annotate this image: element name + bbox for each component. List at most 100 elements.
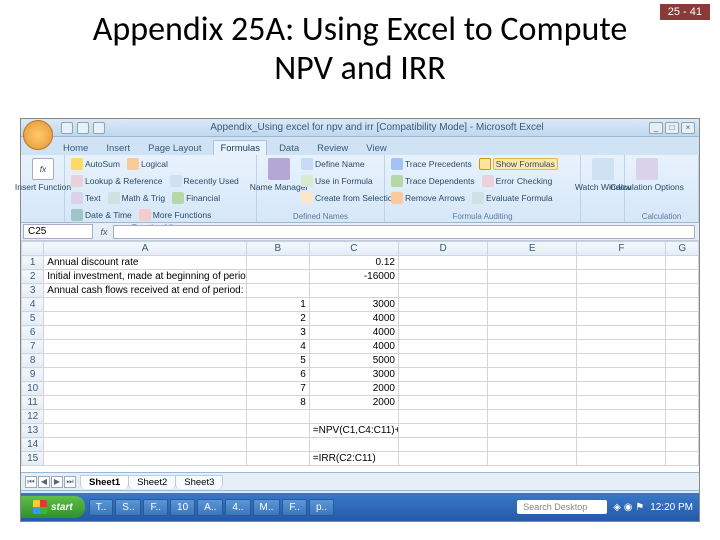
cell[interactable]: 2000 bbox=[309, 396, 398, 410]
col-header-d[interactable]: D bbox=[398, 242, 487, 256]
cell[interactable] bbox=[577, 438, 666, 452]
cell[interactable] bbox=[666, 368, 699, 382]
row-header[interactable]: 4 bbox=[22, 298, 44, 312]
cell[interactable] bbox=[398, 368, 487, 382]
insert-function-button[interactable]: fxInsert Function bbox=[25, 157, 61, 193]
cell[interactable] bbox=[44, 368, 247, 382]
taskbar-item[interactable]: A.. bbox=[197, 499, 223, 516]
cell[interactable] bbox=[246, 256, 309, 270]
col-header-a[interactable]: A bbox=[44, 242, 247, 256]
cell[interactable] bbox=[488, 326, 577, 340]
cell[interactable] bbox=[398, 340, 487, 354]
cell[interactable] bbox=[398, 284, 487, 298]
table-row[interactable]: 14 bbox=[22, 438, 699, 452]
cell[interactable] bbox=[398, 354, 487, 368]
cell[interactable]: 6 bbox=[246, 368, 309, 382]
col-header-g[interactable]: G bbox=[666, 242, 699, 256]
cell[interactable] bbox=[666, 326, 699, 340]
tab-page-layout[interactable]: Page Layout bbox=[142, 141, 207, 155]
cell[interactable] bbox=[666, 256, 699, 270]
cell[interactable] bbox=[44, 298, 247, 312]
cell[interactable]: 4000 bbox=[309, 340, 398, 354]
tab-data[interactable]: Data bbox=[273, 141, 305, 155]
cell[interactable] bbox=[309, 410, 398, 424]
start-button[interactable]: start bbox=[21, 496, 85, 518]
cell[interactable] bbox=[398, 410, 487, 424]
text-button[interactable]: Text bbox=[69, 191, 103, 205]
cell[interactable] bbox=[577, 452, 666, 466]
cell[interactable]: Initial investment, made at beginning of… bbox=[44, 270, 247, 284]
cell[interactable]: 3 bbox=[246, 326, 309, 340]
trace-precedents-button[interactable]: Trace Precedents bbox=[389, 157, 474, 171]
cell[interactable] bbox=[246, 424, 309, 438]
trace-dependents-button[interactable]: Trace Dependents bbox=[389, 174, 477, 188]
cell[interactable] bbox=[666, 312, 699, 326]
taskbar-item[interactable]: F.. bbox=[282, 499, 307, 516]
table-row[interactable]: 963000 bbox=[22, 368, 699, 382]
cell[interactable] bbox=[44, 382, 247, 396]
quick-access-toolbar[interactable] bbox=[61, 122, 105, 134]
tab-home[interactable]: Home bbox=[57, 141, 94, 155]
sheet-nav-first[interactable]: ⏮ bbox=[25, 476, 37, 488]
cell[interactable]: 7 bbox=[246, 382, 309, 396]
cell[interactable] bbox=[488, 298, 577, 312]
cell[interactable]: 5000 bbox=[309, 354, 398, 368]
more-functions-button[interactable]: More Functions bbox=[137, 208, 214, 222]
tray-icons[interactable]: ◈ ◉ ⚑ bbox=[613, 502, 644, 513]
cell[interactable] bbox=[577, 354, 666, 368]
row-header[interactable]: 6 bbox=[22, 326, 44, 340]
cell[interactable] bbox=[577, 312, 666, 326]
minimize-button[interactable]: _ bbox=[649, 122, 663, 134]
cell[interactable]: 2 bbox=[246, 312, 309, 326]
cell[interactable] bbox=[577, 410, 666, 424]
sheet-tab-1[interactable]: Sheet1 bbox=[80, 475, 129, 489]
cell[interactable] bbox=[577, 326, 666, 340]
cell[interactable] bbox=[577, 424, 666, 438]
cell[interactable] bbox=[398, 438, 487, 452]
cell[interactable] bbox=[488, 270, 577, 284]
row-header[interactable]: 2 bbox=[22, 270, 44, 284]
cell[interactable] bbox=[577, 298, 666, 312]
cell[interactable] bbox=[577, 396, 666, 410]
row-header[interactable]: 8 bbox=[22, 354, 44, 368]
maximize-button[interactable]: □ bbox=[665, 122, 679, 134]
cell[interactable] bbox=[488, 452, 577, 466]
table-row[interactable]: 13 =NPV(C1,C4:C11)+C2 bbox=[22, 424, 699, 438]
row-header[interactable]: 1 bbox=[22, 256, 44, 270]
row-header[interactable]: 10 bbox=[22, 382, 44, 396]
row-header[interactable]: 5 bbox=[22, 312, 44, 326]
name-box[interactable]: C25 bbox=[23, 224, 93, 239]
worksheet-grid[interactable]: A B C D E F G 1Annual discount rate0.122… bbox=[21, 241, 699, 473]
cell[interactable] bbox=[246, 284, 309, 298]
row-header[interactable]: 14 bbox=[22, 438, 44, 452]
calculation-options-button[interactable]: Calculation Options bbox=[629, 157, 665, 193]
row-header[interactable]: 12 bbox=[22, 410, 44, 424]
col-header-b[interactable]: B bbox=[246, 242, 309, 256]
cell[interactable] bbox=[488, 256, 577, 270]
cell[interactable] bbox=[44, 354, 247, 368]
table-row[interactable]: 10 72000 bbox=[22, 382, 699, 396]
financial-button[interactable]: Financial bbox=[170, 191, 222, 205]
cell[interactable]: =IRR(C2:C11) bbox=[309, 452, 398, 466]
cell[interactable]: 1 bbox=[246, 298, 309, 312]
sheet-tab-2[interactable]: Sheet2 bbox=[128, 475, 176, 489]
cell[interactable] bbox=[44, 438, 247, 452]
cell[interactable]: =NPV(C1,C4:C11)+C2 bbox=[309, 424, 398, 438]
table-row[interactable]: 524000 bbox=[22, 312, 699, 326]
cell[interactable] bbox=[246, 410, 309, 424]
cell[interactable] bbox=[398, 452, 487, 466]
cell[interactable] bbox=[577, 256, 666, 270]
cell[interactable] bbox=[577, 340, 666, 354]
cell[interactable] bbox=[577, 270, 666, 284]
cell[interactable] bbox=[488, 368, 577, 382]
office-button[interactable] bbox=[23, 120, 53, 150]
cell[interactable]: 2000 bbox=[309, 382, 398, 396]
row-header[interactable]: 13 bbox=[22, 424, 44, 438]
cell[interactable] bbox=[309, 284, 398, 298]
col-header-c[interactable]: C bbox=[309, 242, 398, 256]
table-row[interactable]: 3Annual cash flows received at end of pe… bbox=[22, 284, 699, 298]
cell[interactable]: -16000 bbox=[309, 270, 398, 284]
cell[interactable]: 4000 bbox=[309, 326, 398, 340]
taskbar-item[interactable]: M.. bbox=[253, 499, 281, 516]
cell[interactable] bbox=[488, 424, 577, 438]
